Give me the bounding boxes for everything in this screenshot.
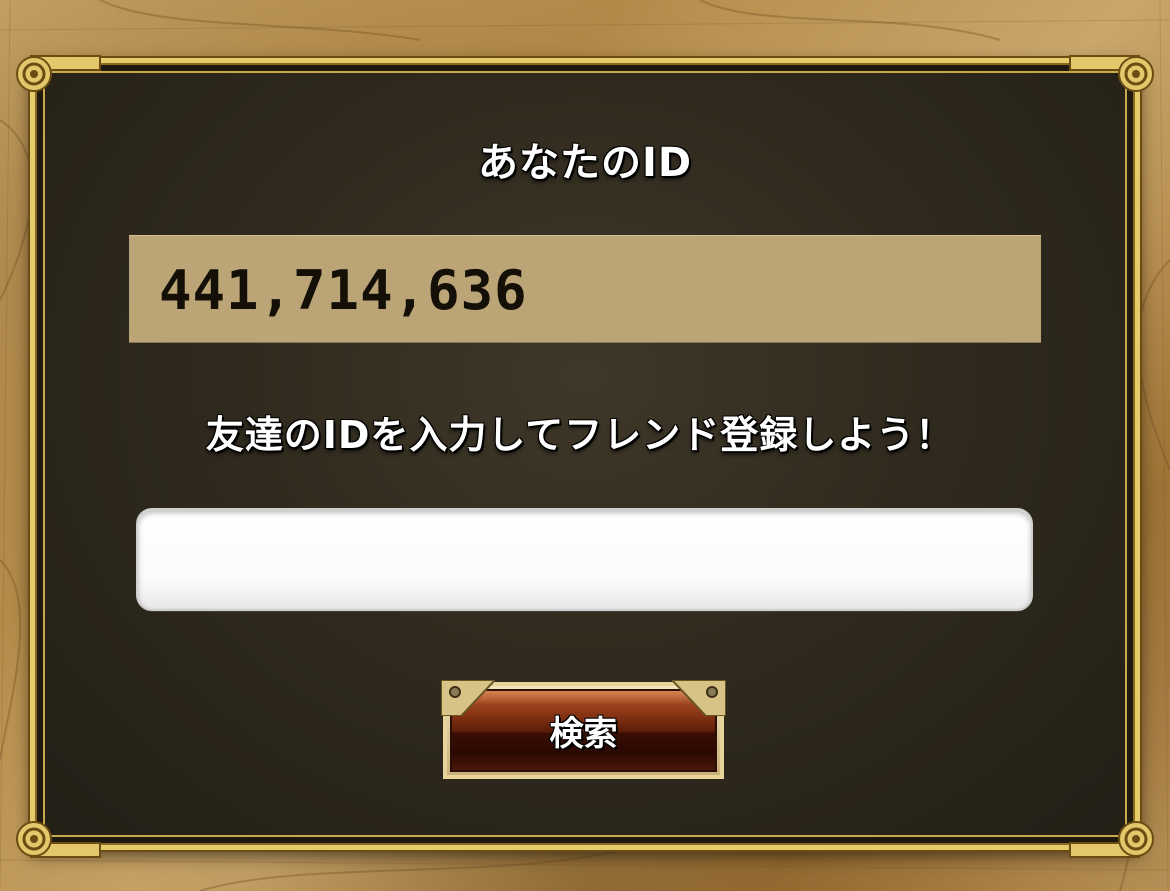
scroll-corner-icon <box>1069 55 1154 92</box>
friend-id-input[interactable] <box>136 508 1033 611</box>
rivet-icon <box>441 680 495 716</box>
scroll-corner-icon <box>1069 821 1154 858</box>
scroll-corner-icon <box>16 821 101 858</box>
search-button[interactable]: 検索 <box>441 680 726 779</box>
friend-register-prompt: 友達のIDを入力してフレンド登録しよう！ <box>205 413 955 457</box>
dialog-title: あなたのID <box>477 140 693 186</box>
rivet-icon <box>672 680 726 716</box>
scroll-corner-icon <box>16 55 101 92</box>
player-id-box: 441,714,636 <box>129 235 1041 343</box>
player-id-value: 441,714,636 <box>159 259 528 322</box>
